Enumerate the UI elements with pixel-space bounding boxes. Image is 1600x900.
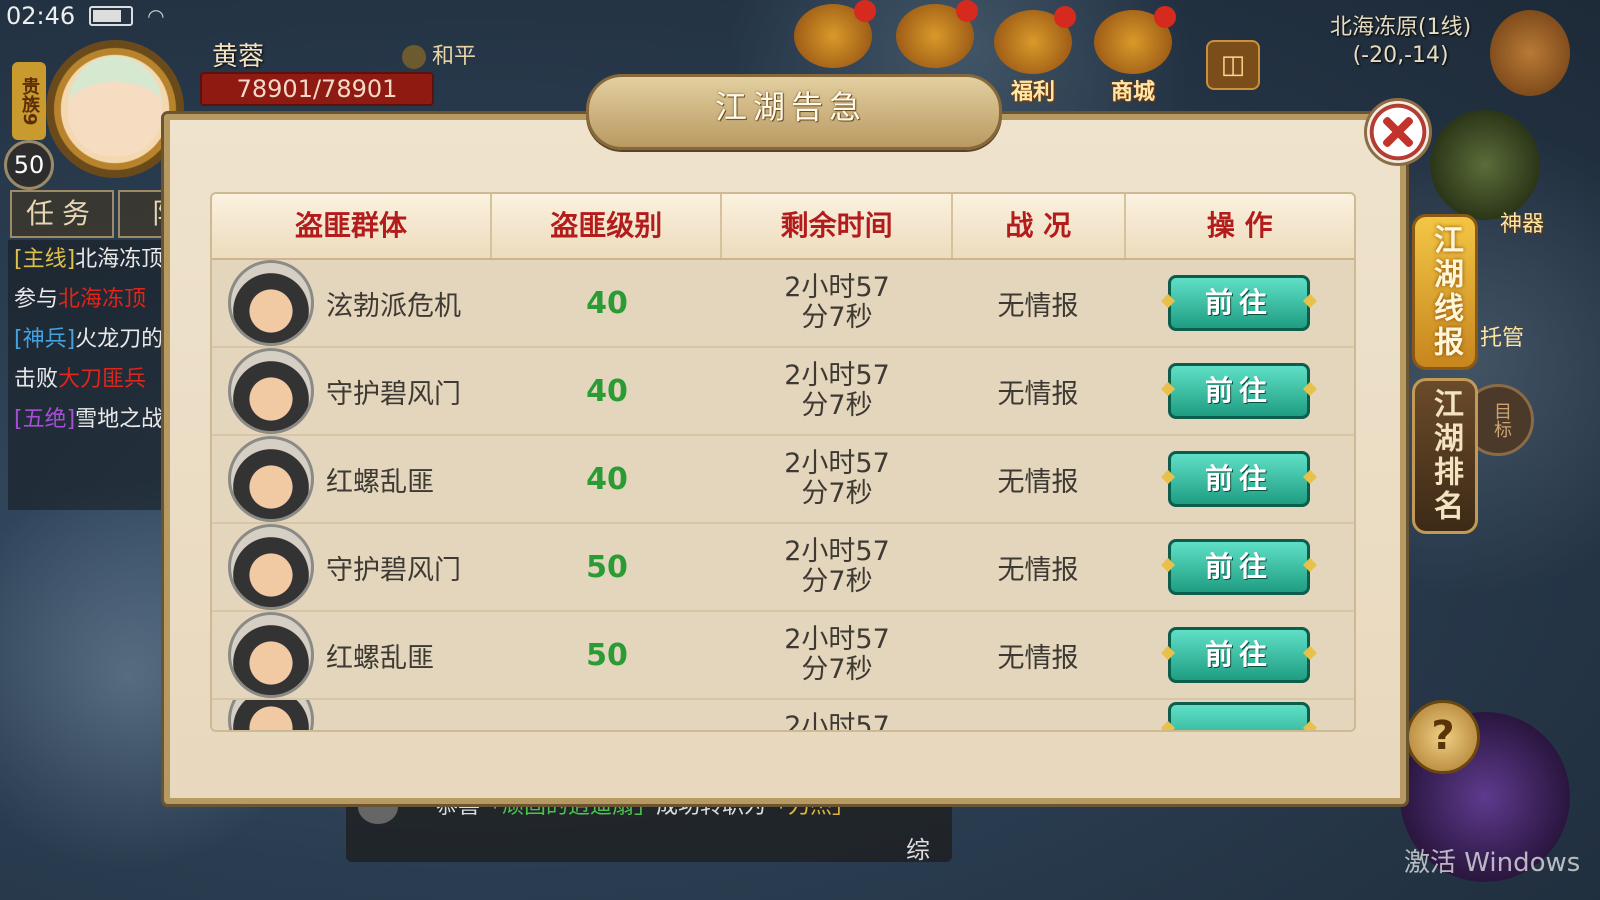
table-row: 泫勃派危机 40 2小时57 分7秒 无情报 前往 xyxy=(212,260,1354,348)
gift-icon xyxy=(994,6,1076,74)
bandit-level: 40 xyxy=(586,285,628,321)
table-row: 守护碧风门 50 2小时57 分7秒 无情报 前往 xyxy=(212,524,1354,612)
artifact-label: 神器 xyxy=(1500,212,1545,237)
quest-tracker[interactable]: [主线]北海冻顶 参与北海冻顶 [神兵]火龙刀的 击败大刀匪兵 [五绝]雪地之战 xyxy=(8,240,174,510)
remaining-time: 2小时57 分7秒 xyxy=(784,360,890,421)
shield-icon xyxy=(402,45,426,69)
quest-line[interactable]: [主线]北海冻顶 xyxy=(14,240,174,280)
go-button[interactable]: 前往 xyxy=(1168,275,1310,331)
table-row: 守护碧风门 40 2小时57 分7秒 无情报 前往 xyxy=(212,348,1354,436)
remaining-time: 2小时57 xyxy=(784,711,890,732)
go-button[interactable]: 前往 xyxy=(1168,539,1310,595)
go-button[interactable]: 前往 xyxy=(1168,627,1310,683)
bandit-level: 50 xyxy=(586,549,628,585)
quest-line[interactable]: 参与北海冻顶 xyxy=(14,280,174,320)
bandit-group-name: 泫勃派危机 xyxy=(326,290,461,322)
bandit-portrait xyxy=(228,260,314,346)
tab-jianghu-report[interactable]: 江湖线报 xyxy=(1412,214,1478,370)
pk-mode-toggle[interactable]: 和平 xyxy=(402,38,476,70)
auto-manage-label[interactable]: 托管 xyxy=(1480,320,1524,352)
go-button[interactable]: 前往 xyxy=(1168,363,1310,419)
bandit-portrait xyxy=(228,436,314,522)
map-location[interactable]: 北海冻原(1线) (-20,-14) xyxy=(1330,14,1471,70)
col-remaining-time: 剩余时间 xyxy=(722,194,953,258)
quest-line[interactable]: [五绝]雪地之战 xyxy=(14,400,174,440)
quest-line[interactable]: 击败大刀匪兵 xyxy=(14,360,174,400)
bandit-level: 40 xyxy=(586,373,628,409)
shop-label: 商城 xyxy=(1110,80,1155,105)
close-icon[interactable] xyxy=(1364,98,1432,166)
col-bandit-level: 盗匪级别 xyxy=(492,194,723,258)
bandit-group-name: 守护碧风门 xyxy=(326,554,461,586)
player-hp-bar: 78901/78901 xyxy=(200,72,434,106)
quest-line[interactable]: [神兵]火龙刀的 xyxy=(14,320,174,360)
avatar-portrait xyxy=(68,56,162,156)
bandit-group-name: 红螺乱匪 xyxy=(326,466,434,498)
table-row-partial: 2小时57 xyxy=(212,700,1354,732)
bandit-level: 50 xyxy=(586,637,628,673)
remaining-time: 2小时57 分7秒 xyxy=(784,272,890,333)
table-header: 盗匪群体 盗匪级别 剩余时间 战 况 操 作 xyxy=(212,194,1354,260)
bandit-portrait xyxy=(228,348,314,434)
clock: 02:46 xyxy=(6,2,76,30)
bandit-portrait xyxy=(228,700,314,730)
bandit-portrait xyxy=(228,524,314,610)
tab-jianghu-ranking[interactable]: 江湖排名 xyxy=(1412,378,1478,534)
bandit-level: 40 xyxy=(586,461,628,497)
go-button[interactable]: 前往 xyxy=(1168,451,1310,507)
battle-intel: 无情报 xyxy=(997,642,1079,674)
pk-mode-label: 和平 xyxy=(432,44,477,69)
bandit-table[interactable]: 盗匪群体 盗匪级别 剩余时间 战 况 操 作 泫勃派危机 40 2小时57 分7秒… xyxy=(210,192,1356,732)
col-battle-status: 战 况 xyxy=(953,194,1126,258)
remaining-time: 2小时57 分7秒 xyxy=(784,448,890,509)
tab-tasks[interactable]: 任务 xyxy=(10,190,114,238)
col-bandit-group: 盗匪群体 xyxy=(212,194,493,258)
noble-rank-badge[interactable]: 贵族9 xyxy=(12,62,46,140)
welfare-button[interactable]: 福利 xyxy=(988,6,1078,106)
help-button[interactable]: ? xyxy=(1406,700,1480,774)
activity-icon xyxy=(794,0,876,68)
bandit-group-name: 红螺乱匪 xyxy=(326,642,434,674)
battery-icon xyxy=(89,6,134,26)
bandit-portrait xyxy=(228,612,314,698)
map-name: 北海冻原(1线) xyxy=(1330,15,1472,40)
player-level-badge: 50 xyxy=(4,140,54,190)
col-action: 操 作 xyxy=(1206,209,1273,242)
map-coords: (-20,-14) xyxy=(1352,43,1449,68)
table-row: 红螺乱匪 40 2小时57 分7秒 无情报 前往 xyxy=(212,436,1354,524)
scroll-map-icon[interactable] xyxy=(1490,10,1570,96)
device-status-bar: 02:46 ◠ xyxy=(6,2,165,30)
table-row: 红螺乱匪 50 2小时57 分7秒 无情报 前往 xyxy=(212,612,1354,700)
battle-intel: 无情报 xyxy=(997,378,1079,410)
bandit-group-name: 守护碧风门 xyxy=(326,378,461,410)
artifact-icon[interactable] xyxy=(1430,110,1540,220)
windows-watermark: 激活 Windows xyxy=(1404,848,1581,878)
battle-intel: 无情报 xyxy=(997,466,1079,498)
remaining-time: 2小时57 分7秒 xyxy=(784,536,890,597)
shop-icon xyxy=(1094,6,1176,74)
go-button[interactable] xyxy=(1168,702,1310,730)
drum-icon xyxy=(896,0,978,68)
remaining-time: 2小时57 分7秒 xyxy=(784,624,890,685)
welfare-label: 福利 xyxy=(1010,80,1055,105)
player-name: 黄蓉 xyxy=(212,42,265,72)
wifi-icon: ◠ xyxy=(147,4,165,28)
chat-channel-general[interactable]: 综 xyxy=(906,830,930,865)
mail-icon[interactable]: ◫ xyxy=(1206,40,1260,90)
battle-intel: 无情报 xyxy=(997,290,1079,322)
shop-button[interactable]: 商城 xyxy=(1088,6,1178,106)
dialog-title: 江湖告急 xyxy=(714,88,867,126)
battle-intel: 无情报 xyxy=(997,554,1079,586)
